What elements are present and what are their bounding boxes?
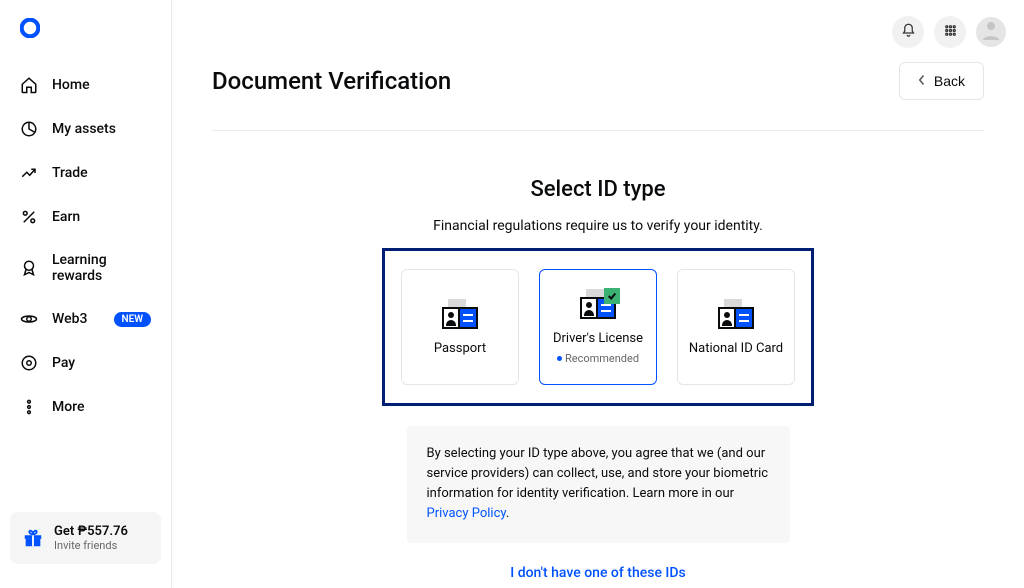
id-option-national-id[interactable]: National ID Card	[677, 269, 795, 385]
more-icon	[20, 398, 38, 416]
badge-icon	[20, 259, 38, 277]
sidebar-item-learning[interactable]: Learning rewards	[0, 240, 171, 296]
coin-icon	[20, 354, 38, 372]
id-option-passport[interactable]: Passport	[401, 269, 519, 385]
verify-subtitle: Financial regulations require us to veri…	[433, 218, 763, 234]
invite-text: Get ₱557.76 Invite friends	[54, 524, 128, 552]
verify-section: Select ID type Financial regulations req…	[212, 177, 984, 581]
brand-logo[interactable]	[0, 18, 171, 60]
sidebar-item-trade[interactable]: Trade	[0, 152, 171, 194]
privacy-policy-link[interactable]: Privacy Policy	[427, 506, 506, 521]
back-label: Back	[934, 73, 965, 89]
id-options-highlight: Passport Driver's License Recommended	[382, 248, 814, 406]
nav-label: Learning rewards	[52, 252, 151, 284]
nav-label: Earn	[52, 209, 80, 225]
id-option-drivers-license[interactable]: Driver's License Recommended	[539, 269, 657, 385]
nav-label: More	[52, 399, 85, 415]
page-content: Document Verification Back Select ID typ…	[172, 0, 1024, 581]
main-content: Document Verification Back Select ID typ…	[172, 0, 1024, 588]
bell-icon	[901, 23, 916, 42]
apps-button[interactable]	[934, 16, 966, 48]
apps-grid-icon	[943, 23, 958, 42]
new-badge: NEW	[114, 312, 152, 327]
nav-label: Web3	[52, 311, 87, 327]
invite-title: Get ₱557.76	[54, 524, 128, 539]
consent-suffix: .	[506, 506, 509, 521]
notifications-button[interactable]	[892, 16, 924, 48]
nav-label: Pay	[52, 355, 75, 371]
app-shell: Home My assets Trade Earn Learning rewar…	[0, 0, 1024, 588]
id-label: Passport	[434, 341, 486, 356]
percent-icon	[20, 208, 38, 226]
page-title: Document Verification	[212, 67, 451, 95]
avatar-icon	[979, 18, 1003, 46]
id-label: Driver's License	[553, 331, 643, 346]
sidebar-item-more[interactable]: More	[0, 386, 171, 428]
sidebar-nav: Home My assets Trade Earn Learning rewar…	[0, 60, 171, 500]
trend-icon	[20, 164, 38, 182]
recommended-label: Recommended	[557, 352, 639, 365]
consent-prefix: By selecting your ID type above, you agr…	[427, 446, 769, 501]
home-icon	[20, 76, 38, 94]
consent-text: By selecting your ID type above, you agr…	[407, 426, 790, 543]
sidebar-item-assets[interactable]: My assets	[0, 108, 171, 150]
nav-label: Trade	[52, 165, 88, 181]
user-avatar[interactable]	[976, 17, 1006, 47]
invite-subtitle: Invite friends	[54, 539, 128, 552]
no-id-link[interactable]: I don't have one of these IDs	[510, 565, 685, 581]
nav-label: Home	[52, 77, 90, 93]
sidebar-item-earn[interactable]: Earn	[0, 196, 171, 238]
page-header: Document Verification Back	[212, 62, 984, 131]
sidebar-item-pay[interactable]: Pay	[0, 342, 171, 384]
id-card-icon	[442, 305, 478, 331]
orbit-icon	[20, 310, 38, 328]
sidebar-item-web3[interactable]: Web3 NEW	[0, 298, 171, 340]
chevron-left-icon	[918, 73, 926, 89]
verify-title: Select ID type	[530, 177, 665, 202]
gift-icon	[22, 527, 44, 549]
invite-friends-card[interactable]: Get ₱557.76 Invite friends	[10, 512, 161, 564]
id-label: National ID Card	[689, 341, 783, 356]
id-cards-row: Passport Driver's License Recommended	[401, 269, 795, 385]
sidebar-item-home[interactable]: Home	[0, 64, 171, 106]
id-card-icon	[718, 305, 754, 331]
nav-label: My assets	[52, 121, 116, 137]
sidebar: Home My assets Trade Earn Learning rewar…	[0, 0, 172, 588]
topbar	[892, 16, 1006, 48]
pie-icon	[20, 120, 38, 138]
check-icon	[604, 288, 620, 304]
id-card-icon	[580, 295, 616, 321]
back-button[interactable]: Back	[899, 62, 984, 100]
